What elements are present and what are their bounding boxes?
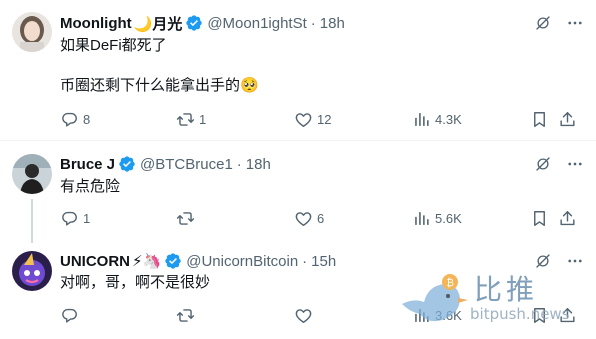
- verified-badge-icon: [164, 252, 182, 270]
- share-icon: [558, 209, 577, 228]
- reply-button[interactable]: 8: [60, 109, 90, 129]
- retweet-count: 1: [199, 111, 207, 127]
- more-options-icon[interactable]: [566, 252, 584, 270]
- reply-icon: [60, 209, 79, 228]
- bookmark-icon: [530, 209, 549, 228]
- view-count: 3.6K: [435, 307, 462, 323]
- tweet-header: UNICORN ⚡🦄 @UnicornBitcoin · 15h: [60, 251, 336, 271]
- tweet-text: 如果DeFi都死了 币圈还剩下什么能拿出手的🥺: [60, 37, 259, 94]
- reply-icon: [60, 306, 79, 325]
- tweet-actions: 8 1 12 4.3K: [60, 109, 584, 129]
- like-count: 6: [317, 210, 325, 226]
- reply-icon: [60, 110, 79, 129]
- reply-button[interactable]: [60, 305, 83, 325]
- verified-badge-icon: [118, 155, 136, 173]
- like-button[interactable]: 6: [294, 208, 324, 228]
- tweet-header: Bruce J @BTCBruce1 · 18h: [60, 154, 271, 174]
- heart-icon: [294, 209, 313, 228]
- share-button[interactable]: [558, 305, 577, 325]
- separator-dot: ·: [310, 14, 316, 32]
- timestamp[interactable]: 18h: [246, 156, 271, 173]
- share-button[interactable]: [558, 109, 577, 129]
- views-button[interactable]: 5.6K: [412, 208, 462, 228]
- grok-icon[interactable]: [534, 14, 552, 32]
- tweet-actions: 3.6K: [60, 305, 584, 325]
- more-options-icon[interactable]: [566, 14, 584, 32]
- display-name-emoji: 🌙月光: [133, 15, 183, 33]
- verified-badge-icon: [185, 14, 203, 32]
- heart-icon: [294, 110, 313, 129]
- user-handle[interactable]: @UnicornBitcoin: [186, 253, 298, 270]
- views-button[interactable]: 3.6K: [412, 305, 462, 325]
- tweet[interactable]: Moonlight 🌙月光 @Moon1ightSt · 18h 如果DeFi都…: [0, 0, 596, 141]
- share-button[interactable]: [558, 208, 577, 228]
- avatar[interactable]: [12, 251, 52, 291]
- tweet-text: 有点危险: [60, 178, 121, 195]
- reply-button[interactable]: 1: [60, 208, 90, 228]
- view-count: 5.6K: [435, 210, 462, 226]
- retweet-icon: [176, 306, 195, 325]
- bar-chart-icon: [412, 306, 431, 325]
- separator-dot: ·: [236, 155, 242, 173]
- tweet-actions: 1 6 5.6K: [60, 208, 584, 228]
- timestamp[interactable]: 15h: [311, 253, 336, 270]
- reply-count: 1: [83, 210, 91, 226]
- retweet-button[interactable]: [176, 305, 199, 325]
- separator-dot: ·: [302, 252, 308, 270]
- bookmark-icon: [530, 306, 549, 325]
- user-handle[interactable]: @BTCBruce1: [140, 156, 233, 173]
- display-name-emoji: ⚡🦄: [132, 253, 162, 270]
- retweet-icon: [176, 110, 195, 129]
- share-icon: [558, 110, 577, 129]
- grok-icon[interactable]: [534, 155, 552, 173]
- tweet-text: 对啊，哥，啊不是很妙: [60, 274, 211, 291]
- view-count: 4.3K: [435, 111, 462, 127]
- tweet[interactable]: UNICORN ⚡🦄 @UnicornBitcoin · 15h 对啊，哥，啊不…: [0, 241, 596, 339]
- user-handle[interactable]: @Moon1ightSt: [207, 15, 306, 32]
- tweet-top-actions: [534, 252, 584, 270]
- tweet-top-actions: [534, 155, 584, 173]
- display-name[interactable]: Moonlight: [60, 15, 132, 32]
- bookmark-button[interactable]: [530, 109, 549, 129]
- heart-icon: [294, 306, 313, 325]
- reply-count: 8: [83, 111, 91, 127]
- like-count: 12: [317, 111, 332, 127]
- bookmark-button[interactable]: [530, 208, 549, 228]
- retweet-icon: [176, 209, 195, 228]
- bookmark-button[interactable]: [530, 305, 549, 325]
- tweet[interactable]: Bruce J @BTCBruce1 · 18h 有点危险 1 6 5.6K: [0, 141, 596, 243]
- tweet-top-actions: [534, 14, 584, 32]
- display-name[interactable]: Bruce J: [60, 156, 115, 173]
- more-options-icon[interactable]: [566, 155, 584, 173]
- like-button[interactable]: [294, 305, 317, 325]
- bar-chart-icon: [412, 110, 431, 129]
- avatar[interactable]: [12, 12, 52, 52]
- display-name[interactable]: UNICORN: [60, 253, 130, 270]
- timestamp[interactable]: 18h: [320, 15, 345, 32]
- like-button[interactable]: 12: [294, 109, 331, 129]
- bookmark-icon: [530, 110, 549, 129]
- bar-chart-icon: [412, 209, 431, 228]
- grok-icon[interactable]: [534, 252, 552, 270]
- retweet-button[interactable]: [176, 208, 199, 228]
- tweet-header: Moonlight 🌙月光 @Moon1ightSt · 18h: [60, 13, 345, 33]
- avatar[interactable]: [12, 154, 52, 194]
- thread-line: [31, 199, 33, 243]
- share-icon: [558, 306, 577, 325]
- retweet-button[interactable]: 1: [176, 109, 206, 129]
- views-button[interactable]: 4.3K: [412, 109, 462, 129]
